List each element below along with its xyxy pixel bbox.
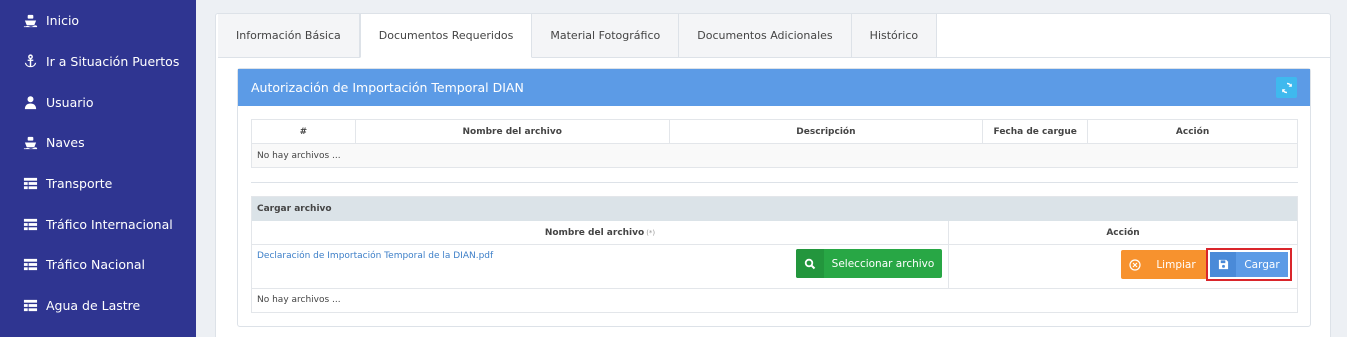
tab-documentos-adicionales[interactable]: Documentos Adicionales xyxy=(679,14,852,58)
search-icon xyxy=(796,249,824,278)
upload-section: Cargar archivo Nombre del archivo (*) Ac… xyxy=(251,196,1298,313)
upload-col-file-name-label: Nombre del archivo xyxy=(544,227,645,238)
upload-col-file-name: Nombre del archivo (*) xyxy=(252,221,948,245)
clean-label: Limpiar xyxy=(1156,258,1196,271)
sidebar: Inicio Ir a Situación Puertos Usuario Na… xyxy=(0,0,196,337)
upload-title: Cargar archivo xyxy=(252,197,1297,221)
table-row: No hay archivos ... xyxy=(251,143,1298,168)
tab-material-fotografico[interactable]: Material Fotográfico xyxy=(532,14,680,58)
table-icon xyxy=(22,297,38,313)
col-file-name: Nombre del archivo xyxy=(354,119,670,144)
empty-message: No hay archivos ... xyxy=(251,143,1298,168)
tab-documentos-requeridos[interactable]: Documentos Requeridos xyxy=(359,14,533,58)
table-icon xyxy=(22,256,38,272)
tab-informacion-basica[interactable]: Información Básica xyxy=(218,14,360,58)
row-divider xyxy=(252,288,1297,289)
save-icon xyxy=(1210,252,1236,277)
empty-message: No hay archivos ... xyxy=(257,295,341,305)
anchor-icon xyxy=(22,53,38,69)
refresh-button[interactable] xyxy=(1276,77,1297,98)
sidebar-item-situacion-puertos[interactable]: Ir a Situación Puertos xyxy=(0,41,196,81)
upload-button[interactable]: Cargar xyxy=(1210,252,1288,277)
sidebar-item-inicio[interactable]: Inicio xyxy=(0,0,196,40)
tab-bar: Información Básica Documentos Requeridos… xyxy=(218,14,938,58)
sidebar-item-usuario[interactable]: Usuario xyxy=(0,82,196,122)
document-panel: Autorización de Importación Temporal DIA… xyxy=(237,68,1311,327)
table-icon xyxy=(22,216,38,232)
sidebar-item-agua-lastre[interactable]: Agua de Lastre xyxy=(0,285,196,325)
col-action: Acción xyxy=(1087,119,1298,144)
sidebar-item-label: Transporte xyxy=(46,175,113,191)
sidebar-item-label: Naves xyxy=(46,134,85,150)
upload-label: Cargar xyxy=(1244,258,1280,271)
user-icon xyxy=(22,94,38,110)
panel-title: Autorización de Importación Temporal DIA… xyxy=(251,80,524,95)
select-file-label: Seleccionar archivo xyxy=(831,257,935,270)
sidebar-item-label: Tráfico Internacional xyxy=(46,216,173,232)
main-card: Información Básica Documentos Requeridos… xyxy=(215,13,1331,337)
tabs-divider xyxy=(864,57,1330,58)
sidebar-item-label: Agua de Lastre xyxy=(46,297,141,313)
sidebar-item-label: Inicio xyxy=(46,12,80,28)
tab-historico[interactable]: Histórico xyxy=(851,14,938,58)
clean-button[interactable]: Limpiar xyxy=(1121,250,1207,279)
refresh-icon xyxy=(1281,82,1292,93)
column-divider xyxy=(948,221,949,289)
sidebar-item-trafico-internacional[interactable]: Tráfico Internacional xyxy=(0,204,196,244)
col-number: # xyxy=(251,119,356,144)
col-description: Descripción xyxy=(668,119,984,144)
table-icon xyxy=(22,175,38,191)
panel-header: Autorización de Importación Temporal DIA… xyxy=(238,69,1310,106)
sidebar-item-transporte[interactable]: Transporte xyxy=(0,163,196,203)
section-divider xyxy=(251,182,1298,183)
upload-button-highlight: Cargar xyxy=(1206,248,1292,281)
col-upload-date: Fecha de cargue xyxy=(982,119,1089,144)
selected-file-link[interactable]: Declaración de Importación Temporal de l… xyxy=(257,251,493,261)
required-mark: (*) xyxy=(646,228,656,237)
sidebar-item-label: Usuario xyxy=(46,94,94,110)
upload-col-action: Acción xyxy=(949,221,1297,245)
select-file-button[interactable]: Seleccionar archivo xyxy=(796,249,942,278)
files-table: # Nombre del archivo Descripción Fecha d… xyxy=(251,119,1298,168)
sidebar-item-naves[interactable]: Naves xyxy=(0,122,196,162)
sidebar-item-label: Ir a Situación Puertos xyxy=(46,53,180,69)
sidebar-item-trafico-nacional[interactable]: Tráfico Nacional xyxy=(0,244,196,284)
ship-icon xyxy=(22,12,38,28)
ship-icon xyxy=(22,134,38,150)
sidebar-item-label: Tráfico Nacional xyxy=(46,256,146,272)
close-circle-icon xyxy=(1121,250,1149,279)
